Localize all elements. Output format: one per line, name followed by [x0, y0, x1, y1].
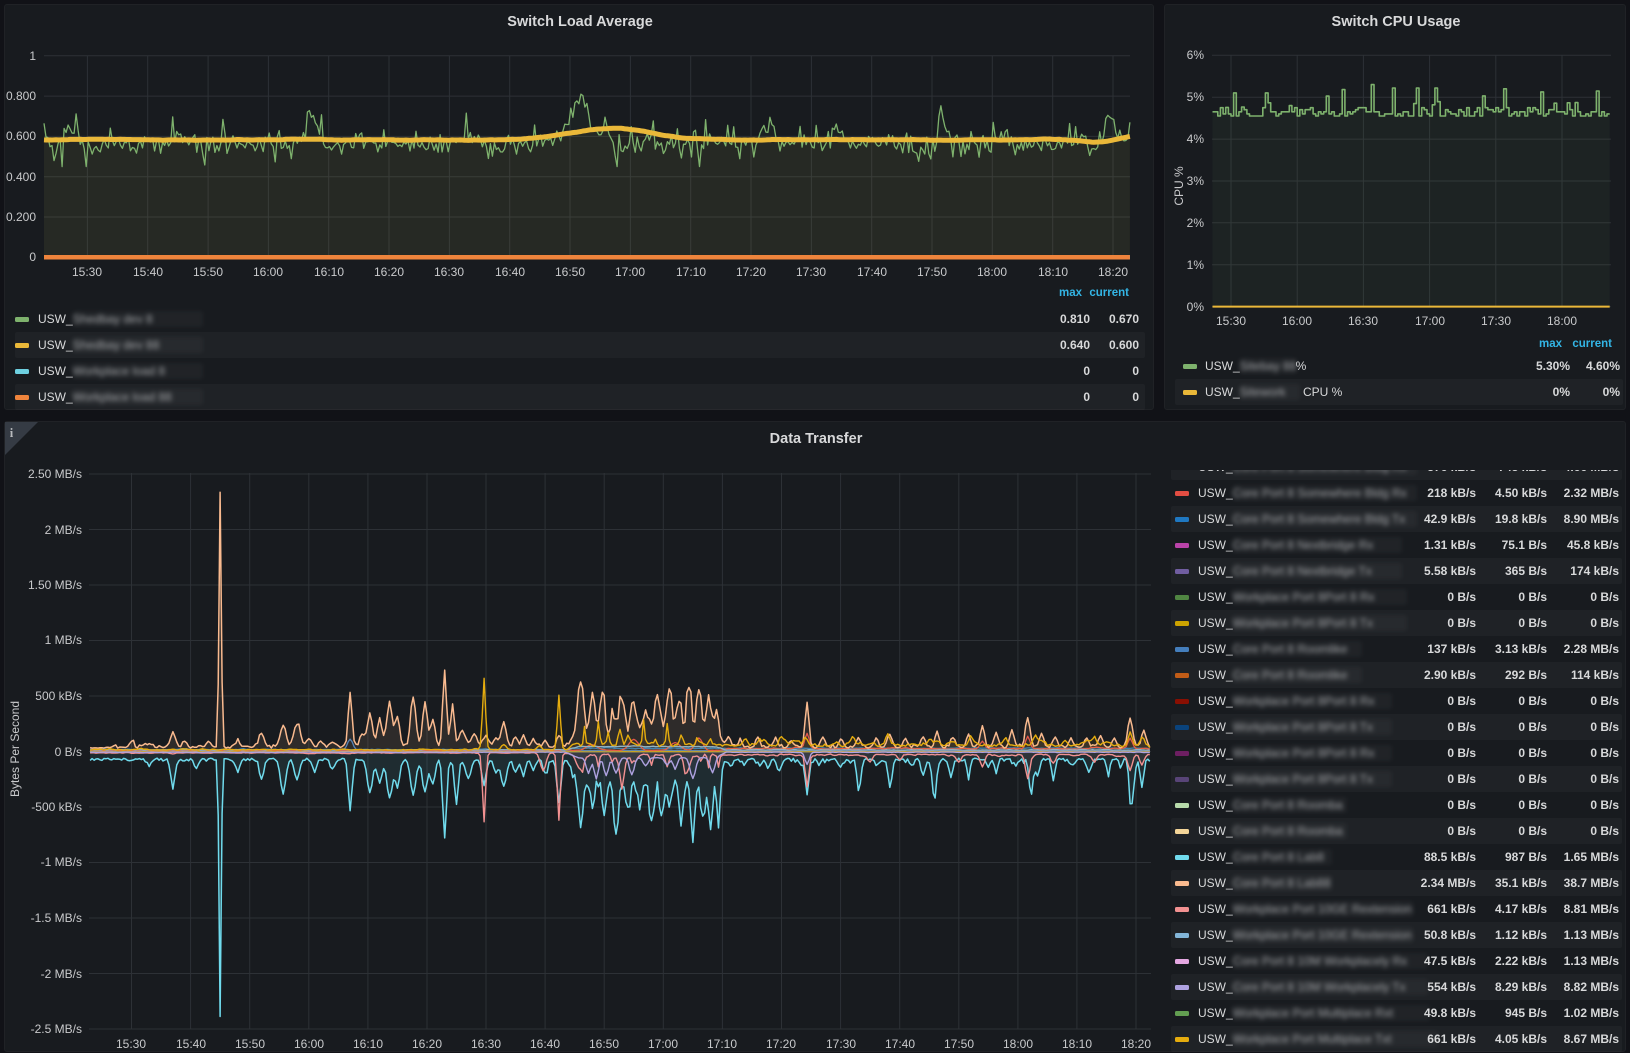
svg-text:i: i	[10, 426, 14, 440]
